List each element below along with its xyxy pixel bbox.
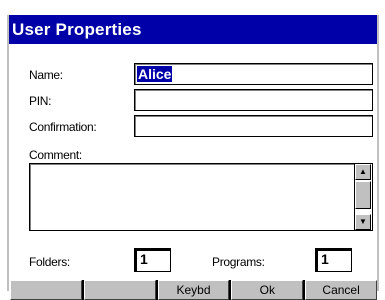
confirmation-field[interactable] (134, 115, 373, 137)
softkey-2-button[interactable] (83, 280, 156, 300)
comment-textarea[interactable]: ▲ ▼ (29, 163, 373, 231)
name-field[interactable]: Alice (134, 63, 373, 85)
pin-field[interactable] (134, 89, 373, 111)
confirmation-label: Confirmation: (29, 120, 97, 134)
scroll-up-icon[interactable]: ▲ (355, 164, 371, 180)
dialog-title: User Properties (9, 15, 377, 44)
comment-scrollbar[interactable]: ▲ ▼ (354, 164, 372, 230)
pin-label: PIN: (29, 94, 52, 108)
name-label: Name: (29, 68, 63, 82)
ok-button[interactable]: Ok (231, 280, 304, 300)
scroll-thumb[interactable] (355, 181, 371, 209)
keybd-button[interactable]: Keybd (157, 280, 230, 300)
name-value: Alice (137, 66, 173, 82)
softkey-1-button[interactable] (10, 280, 82, 300)
comment-label: Comment: (29, 148, 82, 162)
scroll-down-icon[interactable]: ▼ (355, 214, 371, 230)
cancel-button[interactable]: Cancel (305, 280, 377, 300)
folders-label: Folders: (29, 255, 70, 269)
programs-field[interactable]: 1 (315, 248, 352, 272)
programs-label: Programs: (212, 255, 265, 269)
user-properties-dialog: User Properties Name: Alice PIN: Confirm… (7, 15, 379, 300)
folders-field[interactable]: 1 (134, 248, 171, 272)
softkey-bar: Keybd Ok Cancel (10, 280, 377, 300)
